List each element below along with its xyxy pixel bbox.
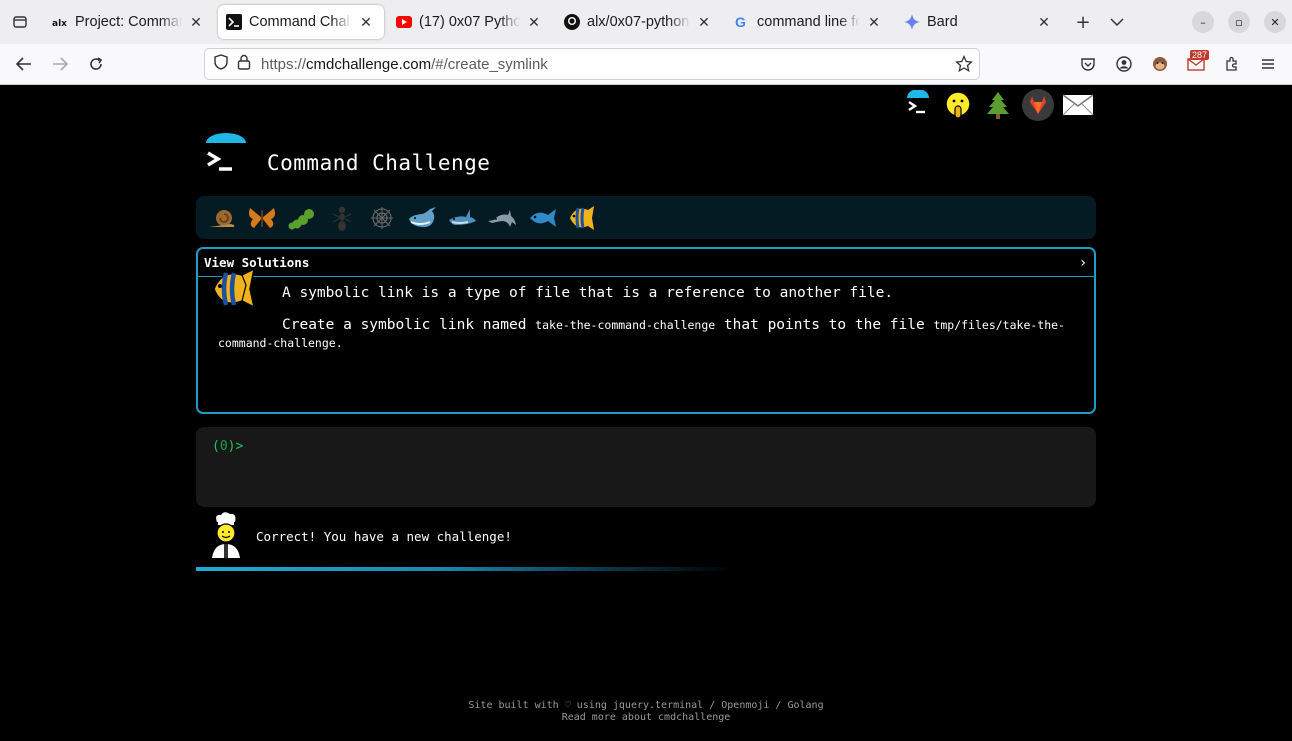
bard-icon [904,14,920,30]
caterpillar-icon[interactable] [282,200,322,236]
link-name-code: take-the-command-challenge [535,318,716,332]
envelope-icon[interactable] [1062,89,1094,121]
tab-list-icon[interactable] [2,7,38,37]
prompt-close: )> [227,439,244,454]
close-tab-icon[interactable]: ✕ [1034,12,1054,32]
minimize-icon[interactable]: – [1192,11,1214,33]
level-bar [196,196,1096,239]
pocket-icon[interactable] [1070,48,1106,80]
task-text: Create a symbolic link named [282,317,536,333]
progress-bar [196,567,736,571]
site-title: Command Challenge [267,151,491,175]
task-text: that points to the file [715,317,934,333]
fish-icon[interactable] [522,200,562,236]
tropical-fish-icon[interactable] [562,200,602,236]
terminal-logo-icon[interactable] [902,89,934,121]
terminal-prompt: (0)> [212,439,243,454]
tab-command-challenge[interactable]: Command Challe ✕ [218,5,384,39]
alx-icon: alx [52,14,68,30]
prompt-open: ( [212,439,220,454]
close-tab-icon[interactable]: ✕ [864,12,884,32]
chevron-down-icon[interactable] [1100,7,1134,37]
url-path: /#/create_symlink [431,55,548,73]
monkey-extension-icon[interactable] [1142,48,1178,80]
window-controls: – ▫ ✕ [1192,11,1286,33]
challenge-panel: View Solutions › A symbolic link is a ty… [196,247,1096,414]
site-logo[interactable] [200,133,252,179]
task-text: . [335,336,343,350]
shushing-face-icon[interactable] [942,89,974,121]
url-scheme: https:// [261,55,307,73]
close-tab-icon[interactable]: ✕ [356,12,376,32]
tab-github[interactable]: alx/0x07-python- ✕ [556,5,722,39]
mail-count-badge: 287 [1189,50,1209,60]
tab-google[interactable]: G command line fo ✕ [726,5,892,39]
butterfly-icon[interactable] [242,200,282,236]
url-bar[interactable]: https://cmdchallenge.com/#/create_symlin… [204,48,980,80]
reload-icon[interactable] [78,48,114,80]
ant-icon[interactable] [322,200,362,236]
footer-credits[interactable]: Site built with ♡ using jquery.terminal … [0,700,1292,712]
tab-bar: alx Project: Comman ✕ Command Challe ✕ (… [0,0,1292,44]
whale-icon[interactable] [402,200,442,236]
shark-icon[interactable] [442,200,482,236]
tab-title: Bard [927,14,958,30]
new-tab-icon[interactable]: + [1066,7,1100,37]
tab-title: Command Challe [249,14,352,30]
snail-icon[interactable] [202,200,242,236]
youtube-icon [396,14,412,30]
tab-title: alx/0x07-python- [587,14,690,30]
close-tab-icon[interactable]: ✕ [694,12,714,32]
spider-web-icon[interactable] [362,200,402,236]
gitlab-icon[interactable] [1022,89,1054,121]
account-icon[interactable] [1106,48,1142,80]
gmail-icon[interactable]: 287 [1178,48,1214,80]
url-host: cmdchallenge.com [306,55,432,73]
menu-icon[interactable] [1250,48,1286,80]
chef-icon [206,510,246,558]
challenge-task: Create a symbolic link named take-the-co… [218,316,1078,352]
dolphin-icon[interactable] [482,200,522,236]
back-arrow-icon[interactable] [6,48,42,80]
tab-bard[interactable]: Bard ✕ [896,5,1062,39]
tree-icon[interactable] [982,89,1014,121]
challenge-description: A symbolic link is a type of file that i… [282,285,894,301]
tab-title: Project: Comman [75,14,182,30]
toolbar-right: 287 [1070,48,1286,80]
terminal-icon [226,14,242,30]
tab-alx-project[interactable]: alx Project: Comman ✕ [44,5,214,39]
github-icon [564,14,580,30]
status-message: Correct! You have a new challenge! [256,529,512,544]
forward-arrow-icon[interactable] [42,48,78,80]
close-tab-icon[interactable]: ✕ [186,12,206,32]
tab-youtube[interactable]: (17) 0x07 Python ✕ [388,5,552,39]
tab-title: (17) 0x07 Python [419,14,520,30]
prompt-count: 0 [219,439,228,454]
footer-read-more-link[interactable]: Read more about cmdchallenge [0,712,1292,724]
nav-bar: https://cmdchallenge.com/#/create_symlin… [0,44,1292,85]
close-window-icon[interactable]: ✕ [1264,11,1286,33]
terminal-input[interactable]: (0)> [196,427,1096,507]
close-tab-icon[interactable]: ✕ [524,12,544,32]
footer: Site built with ♡ using jquery.terminal … [0,700,1292,724]
shield-icon[interactable] [213,54,229,74]
restore-icon[interactable]: ▫ [1228,11,1250,33]
tropical-fish-icon [208,265,264,311]
chevron-right-icon: › [1080,254,1086,271]
view-solutions-toggle[interactable]: View Solutions › [198,249,1094,277]
google-icon: G [734,14,750,30]
top-icon-bar [902,89,1094,121]
lock-icon[interactable] [237,54,251,74]
tab-title: command line fo [757,14,860,30]
svg-text:alx: alx [52,19,67,27]
svg-text:G: G [735,14,746,30]
extensions-icon[interactable] [1214,48,1250,80]
page-content: Command Challenge View Solutions › A sym… [0,85,1292,741]
bookmark-star-icon[interactable] [954,54,974,77]
url-text: https://cmdchallenge.com/#/create_symlin… [261,56,548,73]
